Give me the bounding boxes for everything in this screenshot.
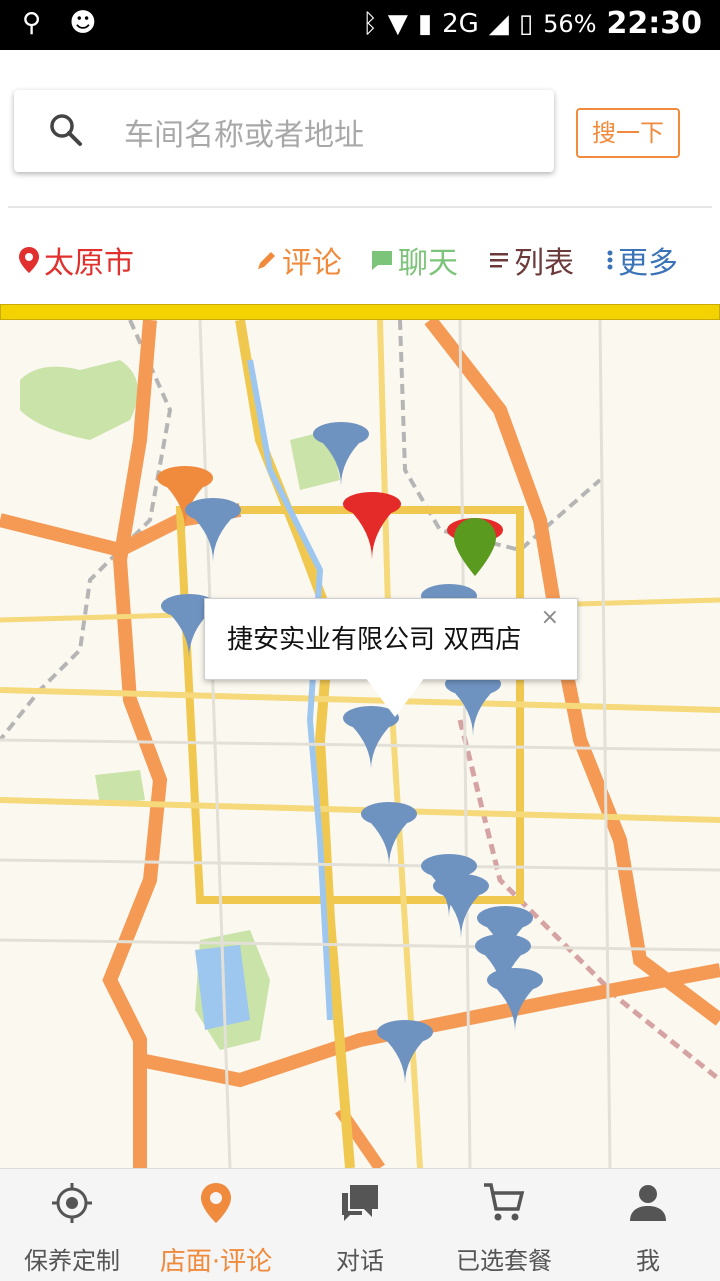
- signal-icon: ◢: [488, 8, 509, 39]
- chat-bubble-icon: [372, 251, 392, 270]
- location-pin-icon: [19, 247, 39, 273]
- filter-bar: 太原市 评论 聊天 列表 更多: [0, 216, 720, 304]
- more-button[interactable]: 更多: [606, 238, 678, 282]
- network-type: 2G: [442, 8, 479, 39]
- tab-label: 店面·评论: [159, 1247, 273, 1277]
- sim-icon: ▮: [417, 8, 433, 39]
- comment-label: 评论: [282, 246, 342, 281]
- divider-strip: [0, 304, 720, 320]
- list-icon: [490, 253, 508, 268]
- chat-label: 聊天: [398, 246, 458, 281]
- map-view[interactable]: [0, 320, 720, 1168]
- map-marker[interactable]: [312, 420, 370, 490]
- map-marker[interactable]: [376, 1018, 434, 1088]
- cart-icon: [432, 1181, 576, 1227]
- tab-selected-packages[interactable]: 已选套餐: [432, 1169, 576, 1281]
- chat-button[interactable]: 聊天: [370, 238, 458, 282]
- more-dots-icon: [607, 250, 613, 270]
- target-icon: [0, 1181, 144, 1227]
- battery-icon: ▯: [518, 8, 534, 39]
- map-marker[interactable]: [360, 800, 418, 870]
- search-area: 车间名称或者地址 搜一下: [8, 58, 712, 208]
- pencil-icon: [258, 252, 275, 269]
- search-placeholder: 车间名称或者地址: [124, 118, 364, 153]
- tab-stores[interactable]: 店面·评论: [144, 1169, 288, 1281]
- search-button[interactable]: 搜一下: [576, 108, 680, 158]
- map-callout[interactable]: 捷安实业有限公司 双西店 ×: [204, 598, 578, 717]
- tab-label: 已选套餐: [456, 1247, 552, 1275]
- search-input[interactable]: 车间名称或者地址: [14, 90, 554, 172]
- callout-shop-name: 捷安实业有限公司 双西店: [227, 625, 522, 655]
- city-selector[interactable]: 太原市: [18, 238, 134, 282]
- tab-maintenance[interactable]: 保养定制: [0, 1169, 144, 1281]
- status-right-icons: ᛒ ▼ ▮ 2G ◢ ▯ 56% 22:30: [362, 6, 702, 41]
- wifi-icon: ▼: [387, 8, 408, 39]
- map-marker[interactable]: [184, 496, 242, 566]
- tab-label: 保养定制: [24, 1247, 120, 1275]
- tab-chat[interactable]: 对话: [288, 1169, 432, 1281]
- status-bar: ⚲ ☻ ᛒ ▼ ▮ 2G ◢ ▯ 56% 22:30: [0, 0, 720, 50]
- person-icon: [576, 1181, 720, 1227]
- tab-label: 我: [636, 1247, 660, 1275]
- tab-me[interactable]: 我: [576, 1169, 720, 1281]
- map-marker[interactable]: [486, 966, 544, 1036]
- bluetooth-icon: ᛒ: [362, 8, 378, 39]
- battery-percent: 56%: [543, 9, 597, 38]
- tab-label: 对话: [336, 1247, 384, 1275]
- map-marker-selected[interactable]: [342, 490, 402, 564]
- chat-icon: [288, 1181, 432, 1227]
- list-button[interactable]: 列表: [488, 238, 574, 282]
- clock: 22:30: [606, 6, 703, 41]
- usb-icon: ⚲: [22, 8, 42, 38]
- callout-pointer: [365, 677, 425, 717]
- android-icon: ☻: [69, 8, 97, 38]
- list-label: 列表: [514, 246, 574, 281]
- map-marker[interactable]: [444, 670, 502, 740]
- bottom-tab-bar: 保养定制 店面·评论 对话 已选套餐 我: [0, 1168, 720, 1281]
- current-location-marker[interactable]: [452, 516, 498, 582]
- close-icon[interactable]: ×: [541, 605, 559, 630]
- search-icon: [48, 112, 84, 152]
- more-label: 更多: [618, 246, 678, 281]
- location-pin-icon: [144, 1181, 288, 1227]
- city-label: 太原市: [44, 246, 134, 281]
- comment-button[interactable]: 评论: [256, 238, 342, 282]
- status-left-icons: ⚲ ☻: [22, 8, 96, 38]
